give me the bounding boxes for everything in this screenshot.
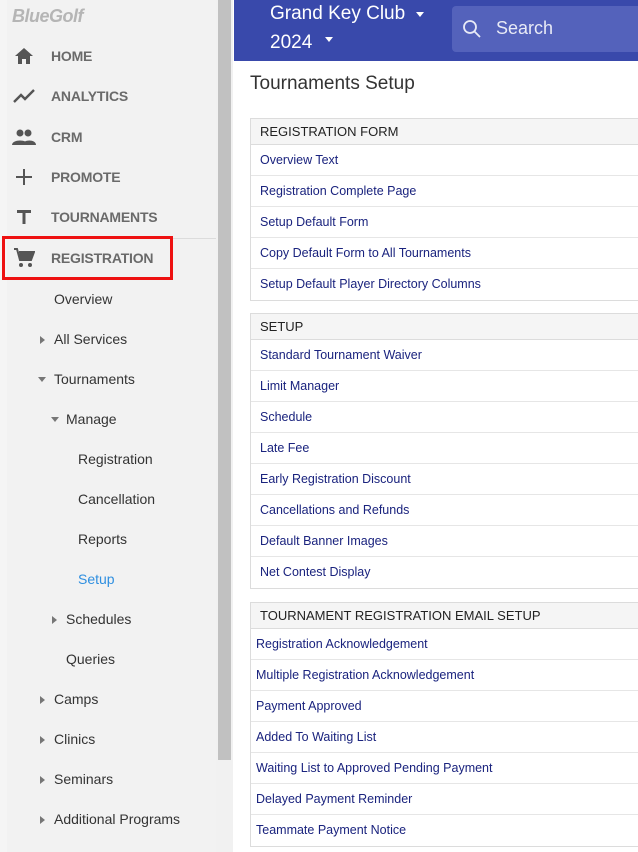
nav-label-promote: PROMOTE [51, 169, 121, 185]
link-limit-manager[interactable]: Limit Manager [251, 371, 638, 402]
caret-right-icon[interactable] [40, 816, 45, 824]
panel-header: REGISTRATION FORM [251, 119, 638, 145]
link-standard-waiver[interactable]: Standard Tournament Waiver [251, 340, 638, 371]
sub-item-schedules[interactable]: Schedules [66, 611, 131, 627]
sub-item-seminars[interactable]: Seminars [54, 771, 113, 787]
text-t-icon [11, 204, 37, 230]
caret-right-icon[interactable] [52, 616, 57, 624]
sidebar-scrollbar-thumb[interactable] [218, 0, 231, 760]
link-setup-default-form[interactable]: Setup Default Form [251, 207, 638, 238]
caret-right-icon[interactable] [40, 336, 45, 344]
link-delayed-payment-reminder[interactable]: Delayed Payment Reminder [251, 784, 638, 815]
nav-label-home: HOME [51, 48, 93, 64]
nav-item-crm[interactable]: CRM [0, 117, 216, 157]
sub-item-queries[interactable]: Queries [66, 651, 115, 667]
nav-label-analytics: ANALYTICS [51, 88, 129, 104]
link-registration-acknowledgement[interactable]: Registration Acknowledgement [251, 629, 638, 660]
link-added-to-waiting-list[interactable]: Added To Waiting List [251, 722, 638, 753]
club-selector[interactable]: Grand Key Club [270, 3, 405, 25]
sub-item-reports[interactable]: Reports [78, 531, 127, 547]
link-net-contest-display[interactable]: Net Contest Display [251, 557, 638, 588]
registration-highlight-box [2, 236, 173, 280]
sub-item-additional-programs[interactable]: Additional Programs [54, 811, 180, 827]
sub-item-overview[interactable]: Overview [54, 291, 112, 307]
link-copy-default-form[interactable]: Copy Default Form to All Tournaments [251, 238, 638, 269]
year-selector[interactable]: 2024 [270, 32, 312, 54]
sub-item-all-services[interactable]: All Services [54, 331, 127, 347]
link-schedule[interactable]: Schedule [251, 402, 638, 433]
analytics-icon [11, 83, 37, 109]
nav-item-tournaments[interactable]: TOURNAMENTS [0, 197, 216, 237]
sidebar: BlueGolf HOME ANALYTICS CRM PROMOTE TOUR… [0, 0, 233, 852]
link-cancellations-refunds[interactable]: Cancellations and Refunds [251, 495, 638, 526]
plus-icon [11, 164, 37, 190]
sub-item-camps[interactable]: Camps [54, 691, 98, 707]
panel-setup: SETUP Standard Tournament Waiver Limit M… [250, 313, 638, 589]
search-input[interactable]: Search [496, 18, 553, 39]
link-late-fee[interactable]: Late Fee [251, 433, 638, 464]
caret-down-icon[interactable] [51, 417, 59, 422]
nav-label-tournaments: TOURNAMENTS [51, 209, 158, 225]
search-icon [462, 19, 482, 39]
home-icon [11, 43, 37, 69]
sub-item-registration[interactable]: Registration [78, 451, 153, 467]
search-box[interactable]: Search [452, 6, 638, 52]
link-early-registration-discount[interactable]: Early Registration Discount [251, 464, 638, 495]
link-teammate-payment-notice[interactable]: Teammate Payment Notice [251, 815, 638, 846]
link-multiple-registration-acknowledgement[interactable]: Multiple Registration Acknowledgement [251, 660, 638, 691]
caret-down-icon[interactable] [38, 377, 46, 382]
sub-item-cancellation[interactable]: Cancellation [78, 491, 155, 507]
chevron-down-icon[interactable] [325, 37, 333, 42]
link-waiting-list-approved[interactable]: Waiting List to Approved Pending Payment [251, 753, 638, 784]
panel-header: SETUP [251, 314, 638, 340]
caret-right-icon[interactable] [40, 696, 45, 704]
caret-right-icon[interactable] [40, 776, 45, 784]
link-player-directory-columns[interactable]: Setup Default Player Directory Columns [251, 269, 638, 300]
link-payment-approved[interactable]: Payment Approved [251, 691, 638, 722]
sub-item-manage[interactable]: Manage [66, 411, 117, 427]
chevron-down-icon[interactable] [416, 12, 424, 17]
page-title: Tournaments Setup [250, 73, 415, 94]
nav-item-promote[interactable]: PROMOTE [0, 157, 216, 197]
link-overview-text[interactable]: Overview Text [251, 145, 638, 176]
sub-item-setup[interactable]: Setup [78, 571, 115, 587]
people-icon [11, 124, 37, 150]
panel-email-setup: TOURNAMENT REGISTRATION EMAIL SETUP Regi… [250, 602, 638, 847]
panel-header: TOURNAMENT REGISTRATION EMAIL SETUP [251, 603, 638, 629]
nav-label-crm: CRM [51, 129, 83, 145]
link-registration-complete-page[interactable]: Registration Complete Page [251, 176, 638, 207]
caret-right-icon[interactable] [40, 736, 45, 744]
sub-item-tournaments[interactable]: Tournaments [54, 371, 135, 387]
nav-item-home[interactable]: HOME [0, 36, 216, 76]
link-default-banner-images[interactable]: Default Banner Images [251, 526, 638, 557]
sub-item-clinics[interactable]: Clinics [54, 731, 95, 747]
bluegolf-logo[interactable]: BlueGolf [12, 6, 84, 27]
panel-registration-form: REGISTRATION FORM Overview Text Registra… [250, 118, 638, 301]
top-header: Grand Key Club 2024 Search [234, 0, 638, 61]
nav-item-analytics[interactable]: ANALYTICS [0, 76, 216, 116]
